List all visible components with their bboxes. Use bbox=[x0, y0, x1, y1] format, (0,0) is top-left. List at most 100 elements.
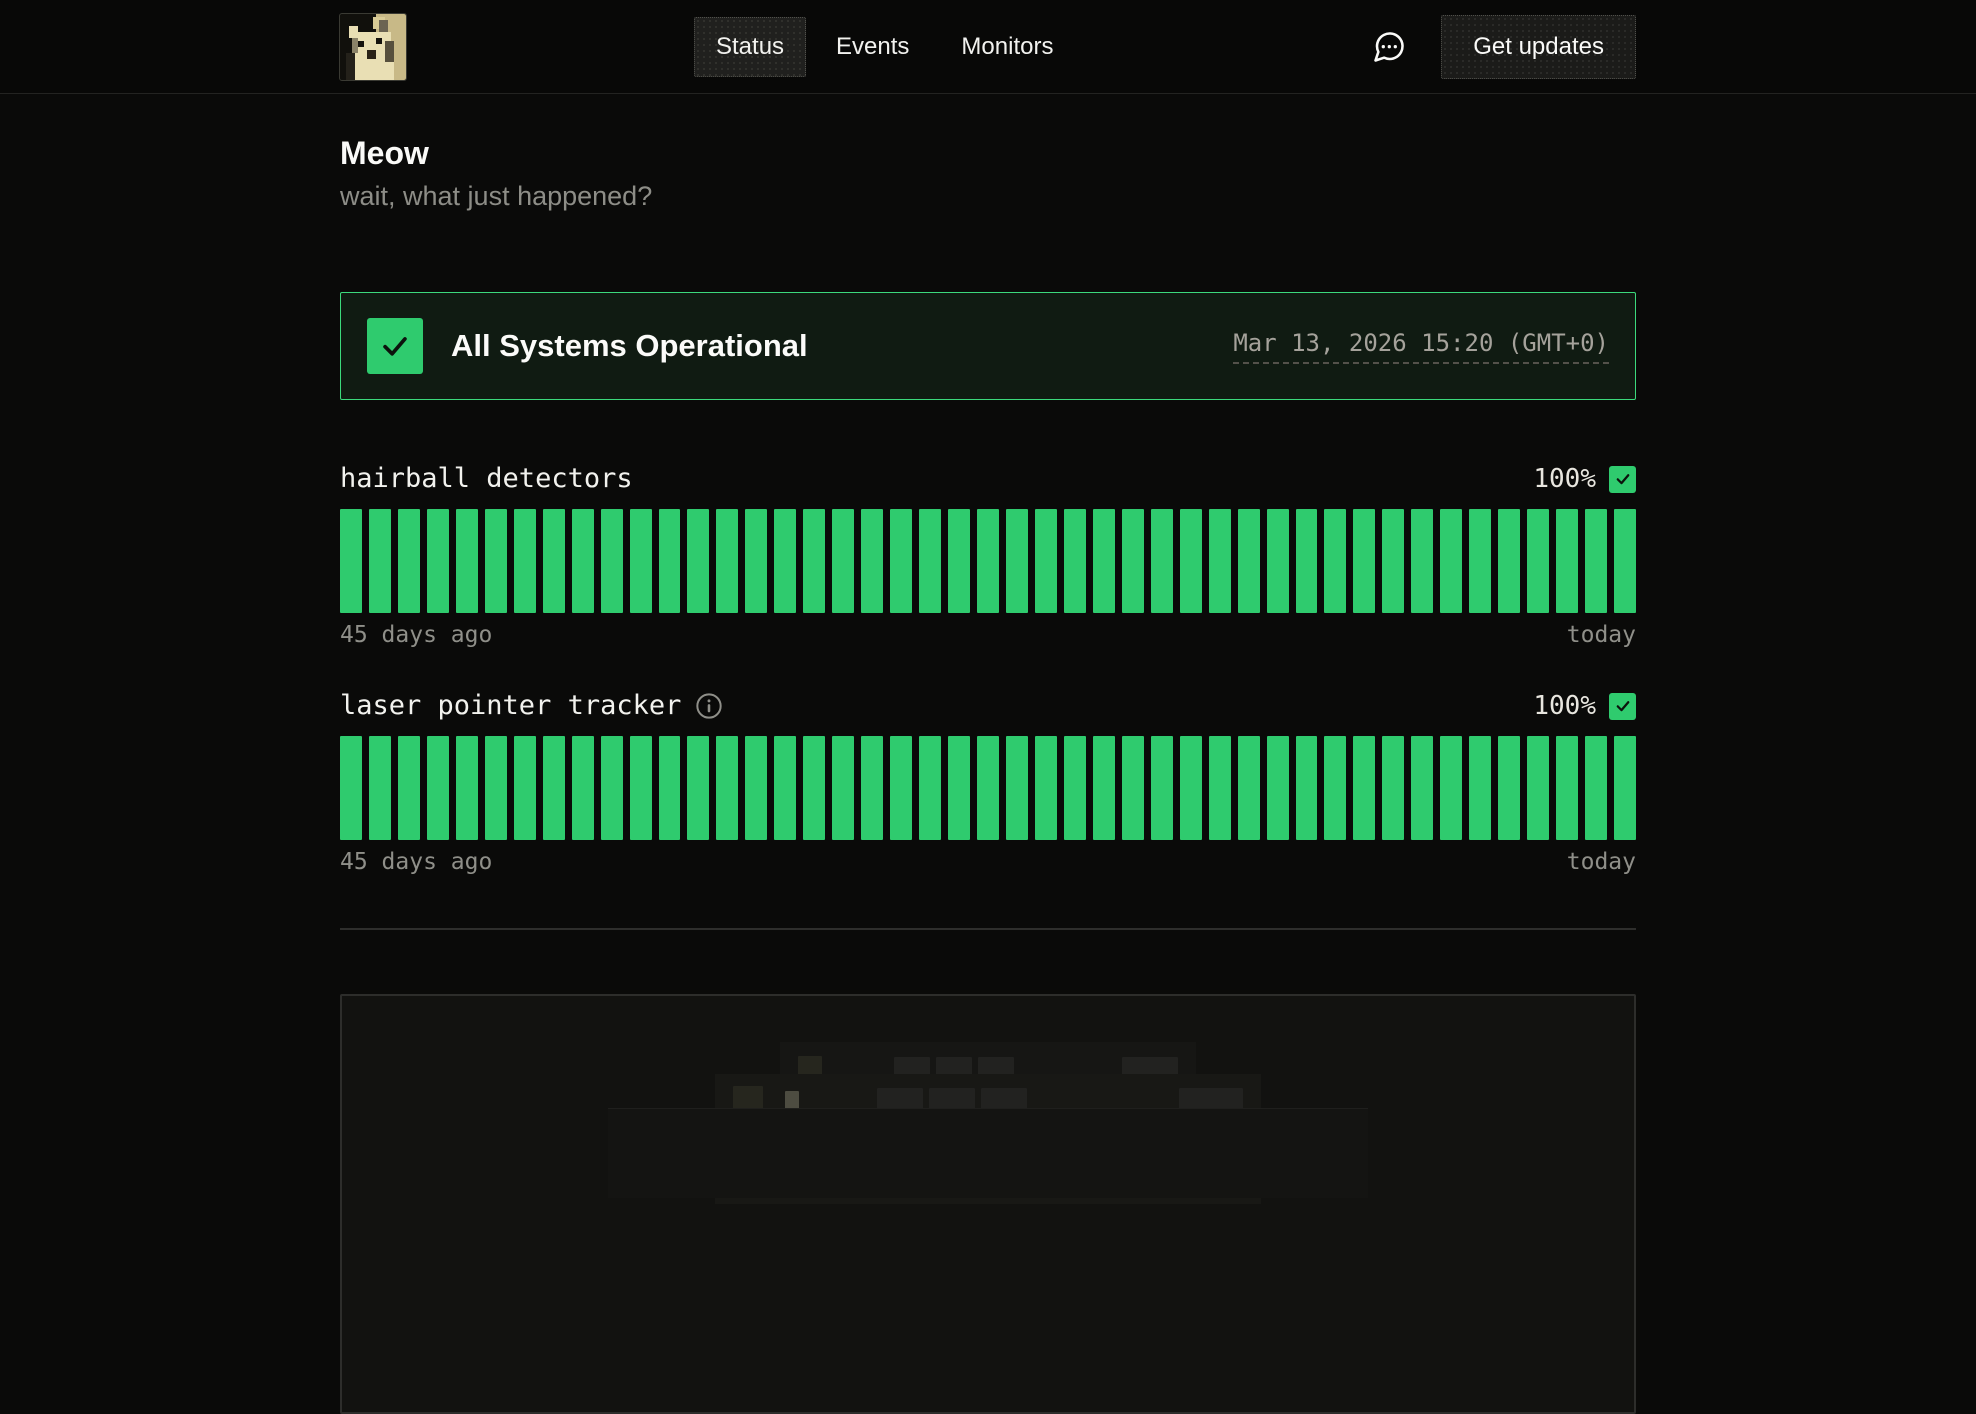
uptime-bar[interactable] bbox=[1006, 736, 1028, 840]
uptime-bar[interactable] bbox=[369, 736, 391, 840]
get-updates-button[interactable]: Get updates bbox=[1441, 15, 1636, 79]
uptime-bar[interactable] bbox=[1267, 736, 1289, 840]
chat-button[interactable] bbox=[1371, 29, 1407, 65]
uptime-bar[interactable] bbox=[1440, 736, 1462, 840]
uptime-bar[interactable] bbox=[1035, 736, 1057, 840]
uptime-bar[interactable] bbox=[1324, 736, 1346, 840]
uptime-bar[interactable] bbox=[1527, 509, 1549, 613]
top-nav: Status Events Monitors Get updates bbox=[0, 0, 1976, 94]
uptime-bar[interactable] bbox=[745, 509, 767, 613]
uptime-bar[interactable] bbox=[485, 736, 507, 840]
uptime-bar[interactable] bbox=[1064, 509, 1086, 613]
uptime-bar[interactable] bbox=[1585, 736, 1607, 840]
uptime-bar[interactable] bbox=[630, 736, 652, 840]
uptime-bar[interactable] bbox=[1469, 736, 1491, 840]
uptime-bar[interactable] bbox=[774, 736, 796, 840]
uptime-bar[interactable] bbox=[890, 509, 912, 613]
uptime-bar[interactable] bbox=[861, 509, 883, 613]
uptime-bar[interactable] bbox=[659, 736, 681, 840]
uptime-bar[interactable] bbox=[832, 736, 854, 840]
uptime-bar[interactable] bbox=[716, 736, 738, 840]
uptime-bar[interactable] bbox=[601, 509, 623, 613]
uptime-bar[interactable] bbox=[659, 509, 681, 613]
uptime-bar[interactable] bbox=[1382, 509, 1404, 613]
uptime-bar[interactable] bbox=[427, 509, 449, 613]
uptime-bar[interactable] bbox=[948, 509, 970, 613]
uptime-bar[interactable] bbox=[1064, 736, 1086, 840]
uptime-bar[interactable] bbox=[1238, 736, 1260, 840]
uptime-bar[interactable] bbox=[803, 509, 825, 613]
uptime-bar[interactable] bbox=[1180, 509, 1202, 613]
uptime-bar[interactable] bbox=[398, 509, 420, 613]
uptime-bar[interactable] bbox=[1411, 736, 1433, 840]
status-timestamp[interactable]: Mar 13, 2026 15:20 (GMT+0) bbox=[1233, 329, 1609, 364]
uptime-bar[interactable] bbox=[1440, 509, 1462, 613]
uptime-bar[interactable] bbox=[1411, 509, 1433, 613]
uptime-bar[interactable] bbox=[514, 509, 536, 613]
uptime-bar[interactable] bbox=[1035, 509, 1057, 613]
uptime-bar[interactable] bbox=[1469, 509, 1491, 613]
uptime-bar[interactable] bbox=[456, 736, 478, 840]
uptime-bar[interactable] bbox=[1556, 509, 1578, 613]
uptime-bar[interactable] bbox=[977, 509, 999, 613]
uptime-bar[interactable] bbox=[803, 736, 825, 840]
tab-status[interactable]: Status bbox=[694, 17, 806, 77]
checkmark-icon bbox=[1614, 697, 1632, 715]
uptime-bar[interactable] bbox=[1585, 509, 1607, 613]
uptime-bar[interactable] bbox=[1006, 509, 1028, 613]
uptime-bar[interactable] bbox=[1238, 509, 1260, 613]
uptime-bar[interactable] bbox=[1296, 736, 1318, 840]
uptime-bar[interactable] bbox=[340, 736, 362, 840]
uptime-bar[interactable] bbox=[919, 509, 941, 613]
uptime-bar[interactable] bbox=[687, 736, 709, 840]
uptime-bar[interactable] bbox=[1324, 509, 1346, 613]
uptime-bar[interactable] bbox=[630, 509, 652, 613]
uptime-bar[interactable] bbox=[919, 736, 941, 840]
tab-events[interactable]: Events bbox=[814, 17, 931, 77]
uptime-bar[interactable] bbox=[398, 736, 420, 840]
uptime-bar[interactable] bbox=[456, 509, 478, 613]
uptime-bar[interactable] bbox=[948, 736, 970, 840]
uptime-bar[interactable] bbox=[1209, 509, 1231, 613]
uptime-bar[interactable] bbox=[745, 736, 767, 840]
uptime-bar[interactable] bbox=[1498, 509, 1520, 613]
uptime-bar[interactable] bbox=[890, 736, 912, 840]
uptime-bar[interactable] bbox=[1093, 736, 1115, 840]
uptime-bar[interactable] bbox=[1353, 736, 1375, 840]
uptime-bar[interactable] bbox=[774, 509, 796, 613]
uptime-bar[interactable] bbox=[1614, 736, 1636, 840]
uptime-bar[interactable] bbox=[832, 509, 854, 613]
uptime-bar[interactable] bbox=[1122, 509, 1144, 613]
uptime-bar[interactable] bbox=[1296, 509, 1318, 613]
uptime-bar[interactable] bbox=[1180, 736, 1202, 840]
uptime-bar[interactable] bbox=[1614, 509, 1636, 613]
uptime-bar[interactable] bbox=[369, 509, 391, 613]
uptime-bar[interactable] bbox=[1209, 736, 1231, 840]
uptime-bar[interactable] bbox=[687, 509, 709, 613]
uptime-bar[interactable] bbox=[1122, 736, 1144, 840]
uptime-bar[interactable] bbox=[427, 736, 449, 840]
uptime-bar[interactable] bbox=[543, 509, 565, 613]
uptime-bar[interactable] bbox=[572, 509, 594, 613]
uptime-bar[interactable] bbox=[1267, 509, 1289, 613]
uptime-bar[interactable] bbox=[1382, 736, 1404, 840]
uptime-bar[interactable] bbox=[1093, 509, 1115, 613]
uptime-bar[interactable] bbox=[543, 736, 565, 840]
uptime-bar[interactable] bbox=[572, 736, 594, 840]
uptime-bar[interactable] bbox=[601, 736, 623, 840]
uptime-bar[interactable] bbox=[1498, 736, 1520, 840]
uptime-bar[interactable] bbox=[1527, 736, 1549, 840]
uptime-bar[interactable] bbox=[340, 509, 362, 613]
uptime-bar[interactable] bbox=[514, 736, 536, 840]
uptime-bar[interactable] bbox=[1151, 509, 1173, 613]
uptime-bar[interactable] bbox=[861, 736, 883, 840]
uptime-bar[interactable] bbox=[1151, 736, 1173, 840]
tab-monitors[interactable]: Monitors bbox=[939, 17, 1075, 77]
info-icon[interactable] bbox=[695, 692, 723, 720]
cat-logo[interactable] bbox=[340, 14, 406, 80]
uptime-bar[interactable] bbox=[485, 509, 507, 613]
uptime-bar[interactable] bbox=[1556, 736, 1578, 840]
uptime-bar[interactable] bbox=[977, 736, 999, 840]
uptime-bar[interactable] bbox=[1353, 509, 1375, 613]
uptime-bar[interactable] bbox=[716, 509, 738, 613]
